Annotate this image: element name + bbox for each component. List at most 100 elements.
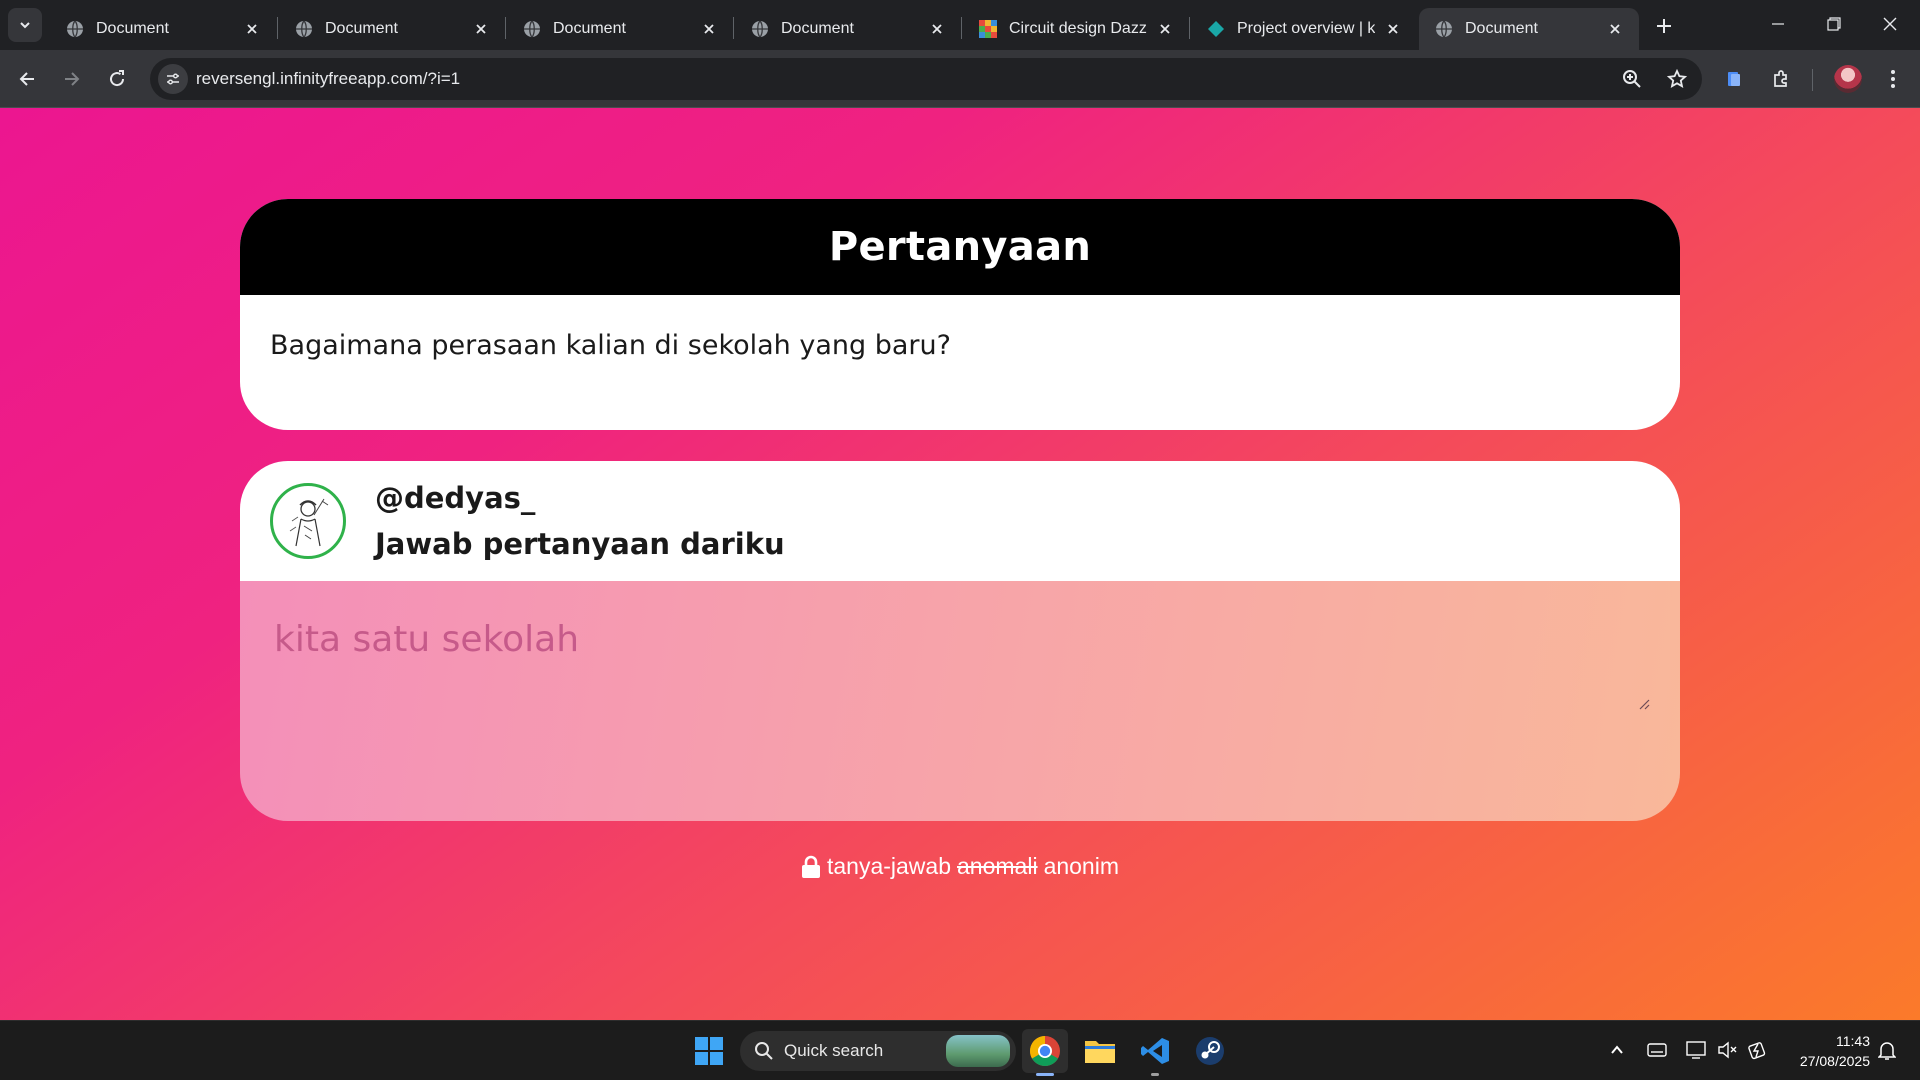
taskbar-chrome[interactable] — [1022, 1029, 1068, 1073]
taskbar-vscode[interactable] — [1132, 1029, 1178, 1073]
close-window-button[interactable] — [1862, 0, 1918, 48]
close-icon[interactable] — [1605, 19, 1625, 39]
tab-separator — [505, 17, 506, 39]
tab-5[interactable]: Circuit design Dazzlin — [963, 8, 1189, 50]
tinkercad-icon — [979, 20, 997, 38]
tray-network[interactable] — [1684, 1037, 1710, 1063]
note-text-1: tanya-jawab — [826, 853, 952, 879]
tab-search-button[interactable] — [8, 8, 42, 42]
note-text-2: anonim — [1043, 853, 1119, 879]
document-extension-icon — [1728, 72, 1740, 86]
chevron-up-icon — [1611, 1045, 1623, 1054]
windows-logo-icon — [695, 1037, 723, 1065]
close-icon[interactable] — [242, 19, 262, 39]
bookmark-button[interactable] — [1662, 64, 1692, 94]
close-icon[interactable] — [1155, 19, 1175, 39]
steam-icon — [1196, 1037, 1224, 1065]
tab-4[interactable]: Document — [735, 8, 961, 50]
answer-card: @dedyas_ Jawab pertanyaan dariku — [240, 461, 1680, 821]
folder-icon — [1085, 1041, 1115, 1063]
question-card: Pertanyaan Bagaimana perasaan kalian di … — [240, 199, 1680, 430]
notification-bell-icon — [1878, 1042, 1896, 1060]
taskbar-steam[interactable] — [1187, 1029, 1233, 1073]
diamond-icon — [1208, 21, 1224, 37]
tray-overflow-button[interactable] — [1604, 1037, 1630, 1063]
answer-card-header: @dedyas_ Jawab pertanyaan dariku — [240, 461, 1680, 581]
close-icon[interactable] — [927, 19, 947, 39]
tray-battery[interactable] — [1744, 1037, 1770, 1063]
page-content: Pertanyaan Bagaimana perasaan kalian di … — [0, 108, 1920, 1020]
globe-icon — [67, 20, 83, 38]
windows-taskbar: Quick search 11:43 27/08/2025 — [0, 1020, 1920, 1080]
running-indicator — [1151, 1073, 1159, 1076]
close-icon[interactable] — [1383, 19, 1403, 39]
globe-icon — [1436, 20, 1452, 38]
close-icon[interactable] — [699, 19, 719, 39]
anonymity-note: tanya-jawab anomali anonim — [0, 853, 1920, 880]
restore-icon — [1827, 17, 1841, 31]
tab-7-active[interactable]: Document — [1419, 8, 1639, 50]
chrome-icon — [1029, 1036, 1060, 1067]
browser-toolbar: reversengl.infinityfreeapp.com/?i=1 — [0, 50, 1920, 108]
tray-keyboard[interactable] — [1644, 1037, 1670, 1063]
keyboard-icon — [1647, 1043, 1667, 1057]
sketch-portrait-icon — [289, 498, 329, 547]
plus-icon — [1657, 19, 1671, 33]
answer-prompt: Jawab pertanyaan dariku — [375, 527, 785, 561]
volume-muted-icon — [1718, 1041, 1737, 1059]
browser-menu-button[interactable] — [1876, 62, 1910, 96]
tab-3[interactable]: Document — [507, 8, 733, 50]
zoom-in-icon — [1623, 70, 1641, 88]
tray-volume[interactable] — [1714, 1037, 1740, 1063]
restore-button[interactable] — [1806, 0, 1862, 48]
globe-icon — [524, 20, 540, 38]
tab-separator — [277, 17, 278, 39]
profile-avatar[interactable] — [1834, 65, 1862, 93]
browser-tab-strip: Document Document Document Document Circ… — [0, 0, 1920, 50]
back-button[interactable] — [10, 62, 44, 96]
tab-title: Project overview | kn — [1237, 20, 1375, 37]
puzzle-icon — [1774, 70, 1787, 87]
minimize-button[interactable] — [1750, 0, 1806, 48]
tab-title: Document — [553, 20, 626, 37]
tab-title: Document — [325, 20, 398, 37]
clock-time: 11:43 — [1836, 1033, 1870, 1049]
question-header-title: Pertanyaan — [828, 224, 1092, 270]
arrow-left-icon — [19, 72, 34, 86]
tab-title: Document — [1465, 20, 1538, 37]
extension-button[interactable] — [1717, 62, 1751, 96]
resize-handle-icon[interactable] — [1638, 698, 1650, 710]
vscode-icon — [1141, 1038, 1169, 1064]
new-tab-button[interactable] — [1650, 12, 1678, 40]
site-info-button[interactable] — [158, 64, 188, 94]
url-text[interactable]: reversengl.infinityfreeapp.com/?i=1 — [196, 69, 460, 89]
clock-date: 27/08/2025 — [1799, 1053, 1870, 1069]
taskbar-file-explorer[interactable] — [1077, 1029, 1123, 1073]
taskbar-search[interactable]: Quick search — [740, 1031, 1016, 1071]
tab-2[interactable]: Document — [279, 8, 505, 50]
close-icon[interactable] — [471, 19, 491, 39]
taskbar-clock[interactable]: 11:43 27/08/2025 — [1780, 1031, 1870, 1071]
tray-notifications[interactable] — [1874, 1037, 1900, 1063]
star-icon — [1667, 69, 1687, 88]
tab-separator — [1189, 17, 1190, 39]
tab-6[interactable]: Project overview | kn — [1191, 8, 1417, 50]
tab-title: Document — [96, 20, 169, 37]
tab-1[interactable]: Document — [50, 8, 276, 50]
tab-separator — [961, 17, 962, 39]
note-struck-text: anomali — [957, 853, 1038, 879]
reload-button[interactable] — [100, 62, 134, 96]
extensions-menu-button[interactable] — [1764, 62, 1798, 96]
address-bar[interactable]: reversengl.infinityfreeapp.com/?i=1 — [150, 58, 1702, 100]
search-label: Quick search — [784, 1041, 884, 1060]
forward-button[interactable] — [55, 62, 89, 96]
network-icon — [1686, 1041, 1706, 1059]
reload-icon — [110, 70, 125, 87]
tab-title: Document — [781, 20, 854, 37]
tab-separator — [733, 17, 734, 39]
minimize-icon — [1772, 23, 1784, 25]
zoom-button[interactable] — [1617, 64, 1647, 94]
answer-input[interactable] — [240, 581, 1680, 821]
start-button[interactable] — [686, 1029, 732, 1073]
toolbar-divider — [1812, 69, 1813, 91]
